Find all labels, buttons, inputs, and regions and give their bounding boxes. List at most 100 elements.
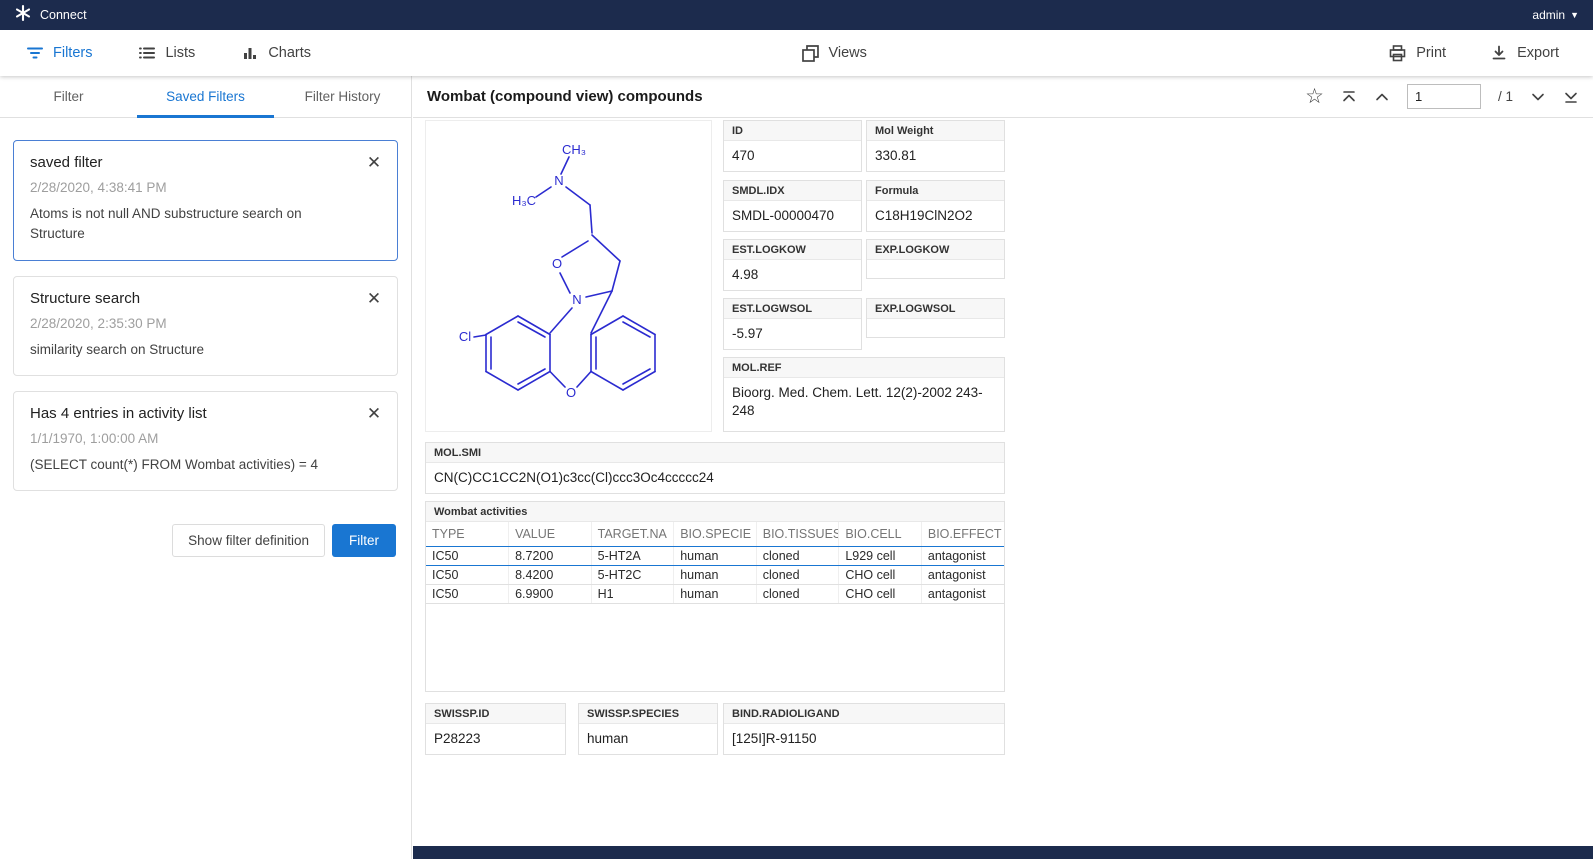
main-header: Wombat (compound view) compounds ☆ / 1 [413,76,1593,118]
record-pager: ☆ / 1 [1305,84,1579,109]
column-header[interactable]: TARGET.NA [591,522,674,547]
user-name: admin [1532,8,1565,22]
structure-viewer[interactable]: CH₃ N H₃C O N O Cl [425,120,712,432]
table-cell: H1 [591,585,674,604]
table-cell: cloned [756,585,839,604]
table-cell: antagonist [921,547,1004,566]
charts-button[interactable]: Charts [241,44,311,62]
page-number-input[interactable] [1407,84,1481,109]
saved-filter-timestamp: 2/28/2020, 4:38:41 PM [30,180,355,195]
field-label: BIND.RADIOLIGAND [724,704,1004,724]
next-record-icon[interactable] [1530,89,1546,105]
field-label: ID [724,121,861,141]
saved-filter-list: saved filter 2/28/2020, 4:38:41 PM Atoms… [0,118,411,491]
activities-header-row: TYPE VALUE TARGET.NA BIO.SPECIE BIO.TISS… [426,522,1004,547]
export-button[interactable]: Export [1490,44,1559,63]
filters-button[interactable]: Filters [26,44,92,62]
tab-filter-history-label: Filter History [305,89,381,104]
show-filter-definition-button[interactable]: Show filter definition [172,524,325,557]
atom-label-n: N [554,173,563,188]
field-swissp-id: SWISSP.ID P28223 [425,703,566,755]
lists-label: Lists [165,45,195,61]
charts-label: Charts [268,45,311,61]
user-menu[interactable]: admin ▼ [1532,8,1579,22]
table-row[interactable]: IC50 6.9900 H1 human cloned CHO cell ant… [426,585,1004,604]
table-cell: IC50 [426,547,509,566]
saved-filter-description: Atoms is not null AND substructure searc… [30,204,340,245]
tab-saved-filters[interactable]: Saved Filters [137,76,274,117]
previous-record-icon[interactable] [1374,89,1390,105]
saved-filter-title: Has 4 entries in activity list [30,405,355,422]
first-record-icon[interactable] [1341,89,1357,105]
table-cell: IC50 [426,585,509,604]
field-value: Bioorg. Med. Chem. Lett. 12(2)-2002 243-… [724,378,1004,426]
favorite-star-icon[interactable]: ☆ [1305,84,1324,109]
field-label: EST.LOGKOW [724,240,861,260]
field-est-logwsol: EST.LOGWSOL -5.97 [723,298,862,350]
filters-sidebar: Filter Saved Filters Filter History save… [0,76,412,859]
field-value: -5.97 [724,319,861,349]
column-header[interactable]: VALUE [509,522,592,547]
views-label: Views [828,45,866,61]
field-label: EST.LOGWSOL [724,299,861,319]
column-header[interactable]: BIO.SPECIE [674,522,757,547]
saved-filter-card[interactable]: Has 4 entries in activity list 1/1/1970,… [13,391,398,491]
table-cell: human [674,547,757,566]
export-label: Export [1517,45,1559,61]
close-icon[interactable]: ✕ [365,290,383,308]
page-title: Wombat (compound view) compounds [427,88,703,105]
field-value: [125I]R-91150 [724,724,1004,754]
field-est-logkow: EST.LOGKOW 4.98 [723,239,862,291]
last-record-icon[interactable] [1563,89,1579,105]
table-row[interactable]: IC50 8.4200 5-HT2C human cloned CHO cell… [426,566,1004,585]
atom-label-h3c: H₃C [512,193,536,208]
tab-filter-history[interactable]: Filter History [274,76,411,117]
print-label: Print [1416,45,1446,61]
filters-label: Filters [53,45,92,61]
sidebar-actions: Show filter definition Filter [0,506,411,575]
field-swissp-species: SWISSP.SPECIES human [578,703,718,755]
table-cell: cloned [756,547,839,566]
molecule-drawing: CH₃ N H₃C O N O Cl [426,121,711,431]
table-cell: human [674,566,757,585]
sidebar-tabs: Filter Saved Filters Filter History [0,76,411,118]
field-value: CN(C)CC1CC2N(O1)c3cc(Cl)ccc3Oc4ccccc24 [426,463,1004,493]
saved-filter-card[interactable]: Structure search 2/28/2020, 2:35:30 PM s… [13,276,398,376]
filter-button[interactable]: Filter [332,524,396,557]
filter-icon [26,44,44,62]
field-label: EXP.LOGKOW [867,240,1004,260]
chevron-down-icon: ▼ [1570,10,1579,20]
views-icon [800,44,819,63]
views-button[interactable]: Views [800,44,866,63]
toolbar-right-group: Print Export [1388,44,1593,63]
saved-filter-title: saved filter [30,154,355,171]
saved-filter-card[interactable]: saved filter 2/28/2020, 4:38:41 PM Atoms… [13,140,398,261]
table-row[interactable]: IC50 8.7200 5-HT2A human cloned L929 cel… [426,547,1004,566]
close-icon[interactable]: ✕ [365,405,383,423]
field-value: 330.81 [867,141,1004,171]
field-label: EXP.LOGWSOL [867,299,1004,319]
print-button[interactable]: Print [1388,44,1446,63]
atom-label-ring-n: N [572,292,581,307]
table-cell: antagonist [921,585,1004,604]
app-logo-icon [14,4,32,27]
table-cell: cloned [756,566,839,585]
field-formula: Formula C18H19ClN2O2 [866,180,1005,232]
close-icon[interactable]: ✕ [365,154,383,172]
atom-label-ring-o: O [552,256,562,271]
field-value: human [579,724,717,754]
table-cell: CHO cell [839,566,922,585]
column-header[interactable]: BIO.CELL [839,522,922,547]
app-name: Connect [40,8,87,22]
table-cell: 5-HT2A [591,547,674,566]
column-header[interactable]: BIO.EFFECT [921,522,1004,547]
tab-filter[interactable]: Filter [0,76,137,117]
toolbar: Filters Lists [0,30,1593,76]
table-cell: 6.9900 [509,585,592,604]
column-header[interactable]: BIO.TISSUES [756,522,839,547]
column-header[interactable]: TYPE [426,522,509,547]
table-cell: antagonist [921,566,1004,585]
lists-button[interactable]: Lists [138,44,195,62]
download-icon [1490,44,1508,62]
field-bind-radioligand: BIND.RADIOLIGAND [125I]R-91150 [723,703,1005,755]
